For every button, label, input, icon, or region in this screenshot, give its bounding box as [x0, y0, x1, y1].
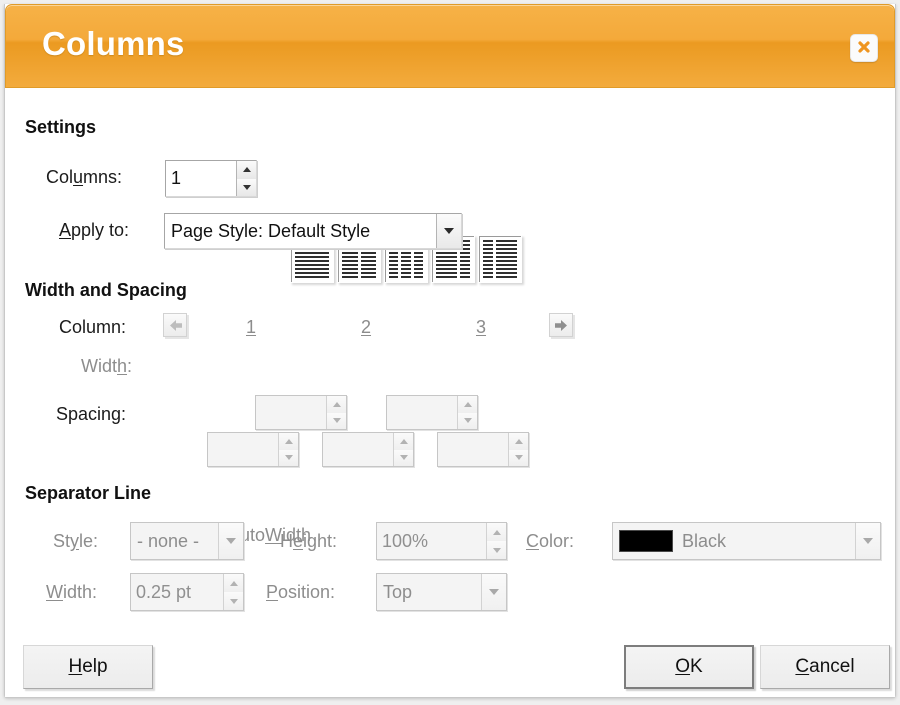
columns-spinner-down[interactable]: [237, 178, 256, 196]
style-chevron-down-icon[interactable]: [218, 523, 243, 559]
width-field-1[interactable]: [207, 432, 299, 467]
columns-spinner-arrows: [236, 161, 256, 196]
settings-heading: Settings: [25, 117, 97, 137]
columns-spinner-up[interactable]: [237, 161, 256, 179]
spacing-field-1-down[interactable]: [327, 412, 346, 429]
arrow-right-icon[interactable]: [549, 313, 573, 337]
width-field-2[interactable]: [322, 432, 414, 467]
sep-width-value[interactable]: 0.25 pt: [131, 574, 223, 610]
width-value-2[interactable]: [323, 433, 393, 466]
position-dropdown[interactable]: Top: [376, 573, 507, 611]
width-field-3[interactable]: [437, 432, 529, 467]
color-value: Black: [682, 530, 727, 551]
height-label: Height:: [280, 531, 338, 551]
spacing-field-2[interactable]: [386, 395, 478, 430]
spacing-value-2[interactable]: [387, 396, 457, 429]
columns-value[interactable]: 1: [166, 161, 236, 196]
width-field-2-arrows: [393, 433, 413, 466]
color-dropdown[interactable]: Black: [612, 522, 881, 560]
sep-width-field-arrows: [223, 574, 243, 610]
spacing-field-2-down[interactable]: [458, 412, 477, 429]
cancel-label: Cancel: [795, 656, 855, 677]
help-button[interactable]: Help: [23, 645, 153, 689]
width-value-3[interactable]: [438, 433, 508, 466]
dialog-title: Columns: [42, 25, 185, 62]
arrow-left-icon[interactable]: [163, 313, 187, 337]
sep-width-up[interactable]: [224, 574, 243, 592]
color-label: Color:: [526, 531, 575, 551]
width-field-1-arrows: [278, 433, 298, 466]
width-value-1[interactable]: [208, 433, 278, 466]
close-icon[interactable]: [850, 34, 878, 62]
width-field-3-down[interactable]: [509, 449, 528, 466]
spacing-field-2-up[interactable]: [458, 396, 477, 413]
width-field-3-up[interactable]: [509, 433, 528, 450]
spacing-value-1[interactable]: [256, 396, 326, 429]
width-field-2-up[interactable]: [394, 433, 413, 450]
position-chevron-down-icon[interactable]: [481, 574, 506, 610]
sep-width-field[interactable]: 0.25 pt: [130, 573, 244, 611]
columns-label: Columns:: [46, 167, 123, 187]
width-label: Width:: [81, 356, 133, 376]
color-swatch: [619, 530, 673, 552]
apply-to-value[interactable]: Page Style: Default Style: [165, 214, 436, 248]
height-field-arrows: [486, 523, 506, 559]
color-value-wrap[interactable]: Black: [613, 523, 855, 559]
column-number-3[interactable]: 3: [476, 317, 486, 338]
color-chevron-down-icon[interactable]: [855, 523, 880, 559]
help-label: Help: [68, 656, 108, 677]
width-field-1-down[interactable]: [279, 449, 298, 466]
apply-to-label: Apply to:: [59, 220, 130, 240]
height-field-up[interactable]: [487, 523, 506, 541]
columns-dialog: Columns Settings Columns: 1 Apply to: Pa…: [4, 4, 896, 698]
cancel-button[interactable]: Cancel: [760, 645, 890, 689]
ok-button[interactable]: OK: [624, 645, 754, 689]
style-value[interactable]: - none -: [131, 523, 218, 559]
columns-spinner[interactable]: 1: [165, 160, 257, 197]
width-field-2-down[interactable]: [394, 449, 413, 466]
apply-to-dropdown[interactable]: Page Style: Default Style: [164, 213, 462, 249]
spacing-field-1-arrows: [326, 396, 346, 429]
height-field-down[interactable]: [487, 541, 506, 559]
column-number-1[interactable]: 1: [246, 317, 256, 338]
dialog-titlebar: Columns: [5, 4, 895, 88]
position-value[interactable]: Top: [377, 574, 481, 610]
sep-width-label: Width:: [46, 582, 98, 602]
spacing-field-1-up[interactable]: [327, 396, 346, 413]
ok-label: OK: [675, 656, 703, 677]
position-label: Position:: [266, 582, 336, 602]
dialog-body: Settings Columns: 1 Apply to: Page Style…: [5, 88, 895, 697]
height-value[interactable]: 100%: [377, 523, 486, 559]
column-label: Column:: [59, 317, 127, 337]
style-dropdown[interactable]: - none -: [130, 522, 244, 560]
preset-right-wide[interactable]: [478, 235, 522, 283]
separator-line-heading: Separator Line: [25, 483, 152, 503]
sep-width-down[interactable]: [224, 592, 243, 610]
chevron-down-icon[interactable]: [436, 214, 461, 248]
spacing-field-1[interactable]: [255, 395, 347, 430]
height-field[interactable]: 100%: [376, 522, 507, 560]
column-number-2[interactable]: 2: [361, 317, 371, 338]
width-field-3-arrows: [508, 433, 528, 466]
spacing-label: Spacing:: [56, 404, 127, 424]
spacing-field-2-arrows: [457, 396, 477, 429]
width-spacing-heading: Width and Spacing: [25, 280, 187, 300]
width-field-1-up[interactable]: [279, 433, 298, 450]
style-label: Style:: [53, 531, 99, 551]
